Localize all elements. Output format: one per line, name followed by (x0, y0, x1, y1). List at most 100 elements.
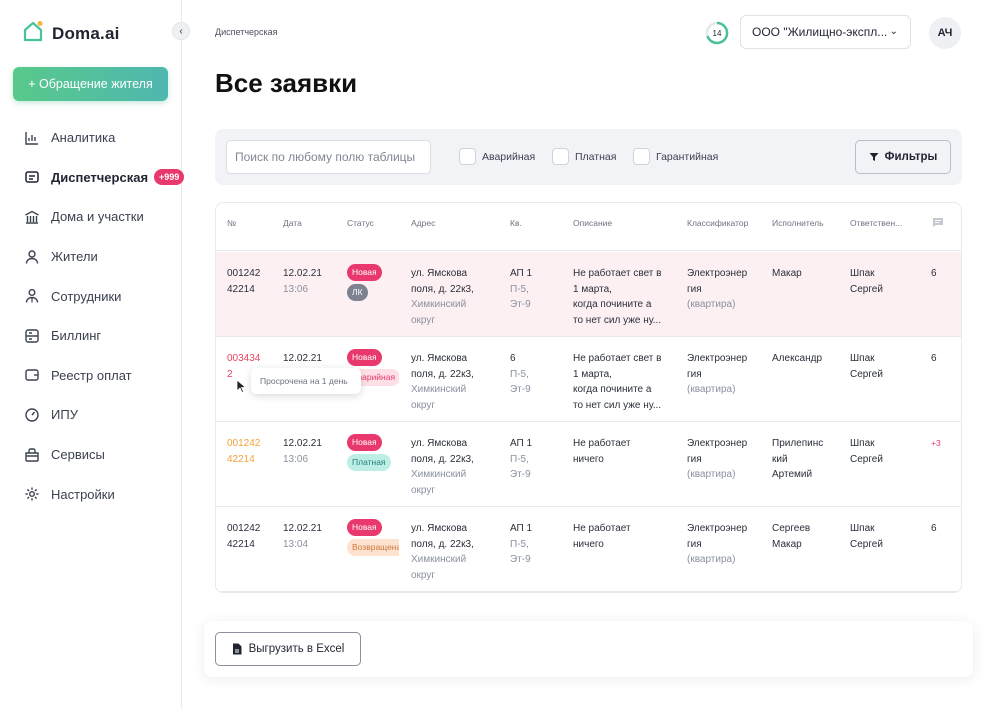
emergency-checkbox[interactable]: Аварийная (459, 148, 535, 165)
column-header-status[interactable]: Статус (347, 218, 374, 228)
settings-icon (24, 486, 40, 502)
progress-value: 14 (713, 29, 722, 38)
classifier-cell: Электроэнер гия (квартира) (687, 438, 748, 480)
checkbox-box[interactable] (552, 148, 569, 165)
apartment-cell: АП 1 П-5, Эт-9 (510, 268, 533, 310)
description-cell: Не работает свет в1 марта, когда почините… (573, 268, 662, 326)
billing-icon (24, 328, 40, 344)
type-badge: Платная (347, 454, 391, 471)
table-header: № Дата Статус Адрес Кв. Описание Классиф… (216, 203, 961, 251)
sidebar-item-dispatch[interactable]: Диспетчерская +999 (0, 158, 185, 198)
column-header-date[interactable]: Дата (283, 218, 302, 228)
responsible-cell: Шпак Сергей (850, 523, 883, 550)
comment-icon (932, 215, 944, 233)
column-header-classifier[interactable]: Классификатор (687, 218, 748, 228)
sidebar-item-label: Сотрудники (51, 288, 122, 304)
new-appeal-button[interactable]: + Обращение жителя (13, 67, 168, 101)
filter-bar: Аварийная Платная Гарантийная Фильтры (215, 129, 962, 185)
meter-icon (24, 407, 40, 423)
sidebar-item-services[interactable]: Сервисы (0, 435, 182, 475)
progress-ring[interactable]: 14 (705, 21, 729, 45)
column-header-address[interactable]: Адрес (411, 218, 435, 228)
mouse-cursor-icon (236, 379, 247, 398)
export-excel-label: Выгрузить в Excel (248, 643, 345, 655)
checkbox-label: Платная (575, 150, 617, 163)
request-date: 12.02.21 13:06 (283, 438, 322, 465)
collapse-sidebar-button[interactable]: ‹ (172, 22, 190, 40)
paid-checkbox[interactable]: Платная (552, 148, 616, 165)
export-excel-button[interactable]: Выгрузить в Excel (215, 632, 361, 666)
responsible-cell: Шпак Сергей (850, 438, 883, 465)
sidebar-item-residents[interactable]: Жители (0, 237, 182, 277)
logo-text: Doma.ai (52, 23, 120, 43)
checkbox-box[interactable] (633, 148, 650, 165)
sidebar-nav: Аналитика Диспетчерская +999 Дома и учас… (0, 118, 185, 514)
sidebar-item-employees[interactable]: Сотрудники (0, 276, 182, 316)
sidebar-item-label: Сервисы (51, 447, 105, 463)
column-header-apartment[interactable]: Кв. (510, 218, 522, 228)
status-badge: Новая (347, 519, 382, 536)
status-cell: Новая ЛК (347, 264, 399, 304)
sidebar-item-label: Жители (51, 249, 98, 265)
description-cell: Не работает свет в1 марта, когда почините… (573, 353, 662, 411)
comments-count: 6 (931, 268, 937, 279)
responsible-cell: Шпак Сергей (850, 268, 883, 295)
search-input[interactable] (226, 140, 431, 174)
comments-count: 6 (931, 353, 937, 364)
column-header-number[interactable]: № (227, 218, 236, 228)
status-badge: Новая (347, 434, 382, 451)
address-cell: ул. Ямскова поля, д. 22к3, Химкинский окру… (411, 268, 474, 326)
column-header-description[interactable]: Описание (573, 218, 612, 228)
breadcrumb[interactable]: Диспетчерская (215, 27, 278, 37)
table-row[interactable]: 001242 42214 12.02.21 13:06 Новая ЛК ул. Я… (216, 252, 961, 337)
count-badge: +999 (154, 169, 185, 186)
sidebar-item-payments[interactable]: Реестр оплат (0, 356, 182, 396)
column-header-executor[interactable]: Исполнитель (772, 218, 824, 228)
sidebar-item-label: ИПУ (51, 407, 78, 423)
table-row[interactable]: 001242 42214 12.02.21 13:04 Новая Возвраще… (216, 507, 961, 592)
sidebar-item-meters[interactable]: ИПУ (0, 395, 182, 435)
page-title: Все заявки (215, 68, 358, 98)
executor-cell: Макар (772, 268, 802, 279)
sidebar-item-houses[interactable]: Дома и участки (0, 197, 182, 237)
address-cell: ул. Ямскова поля, д. 22к3, Химкинский окру… (411, 438, 474, 496)
services-icon (24, 447, 40, 463)
filters-button[interactable]: Фильтры (855, 140, 951, 174)
status-badge: Новая (347, 264, 382, 281)
checkbox-box[interactable] (459, 148, 476, 165)
chevron-left-icon: ‹ (179, 25, 183, 37)
source-badge: ЛК (347, 284, 368, 301)
filter-icon (869, 152, 879, 162)
status-badge: Новая (347, 349, 382, 366)
avatar[interactable]: АЧ (929, 17, 961, 49)
sidebar-item-analytics[interactable]: Аналитика (0, 118, 182, 158)
warranty-checkbox[interactable]: Гарантийная (633, 148, 718, 165)
request-number[interactable]: 001242 42214 (227, 436, 260, 467)
logo[interactable]: Doma.ai (22, 20, 120, 47)
sidebar-item-billing[interactable]: Биллинг (0, 316, 182, 356)
sidebar-item-label: Дома и участки (51, 209, 144, 225)
sidebar-item-label: Настройки (51, 486, 115, 502)
responsible-cell: Шпак Сергей (850, 353, 883, 380)
classifier-cell: Электроэнер гия (квартира) (687, 268, 748, 310)
organization-select[interactable]: ООО "Жилищно-экспл... ⌄ (740, 15, 911, 49)
apartment-cell: 6 П-5, Эт-9 (510, 353, 531, 395)
sidebar-item-label: Диспетчерская (51, 169, 149, 185)
description-cell: Не работает ничего (573, 523, 631, 550)
sidebar-item-label: Биллинг (51, 328, 102, 344)
classifier-cell: Электроэнер гия (квартира) (687, 523, 748, 565)
table-row[interactable]: 001242 42214 12.02.21 13:06 Новая Платная … (216, 422, 961, 507)
sidebar-item-settings[interactable]: Настройки (0, 474, 182, 514)
status-cell: Новая Возвращена (347, 519, 399, 559)
building-icon (24, 209, 40, 225)
table-row[interactable]: 003434 2 12.02.21 Новая Аварийная ул. Ямс… (216, 337, 961, 422)
request-number[interactable]: 001242 42214 (227, 266, 260, 297)
executor-cell: Прилепинс кий Артемий (772, 438, 824, 480)
checkbox-label: Аварийная (482, 150, 536, 163)
file-icon (232, 643, 242, 655)
address-cell: ул. Ямскова поля, д. 22к3, Химкинский окру… (411, 353, 474, 411)
request-number[interactable]: 001242 42214 (227, 521, 260, 552)
chevron-down-icon: ⌄ (889, 26, 898, 37)
sidebar-item-label: Реестр оплат (51, 367, 132, 383)
column-header-responsible[interactable]: Ответствен... (850, 218, 902, 228)
